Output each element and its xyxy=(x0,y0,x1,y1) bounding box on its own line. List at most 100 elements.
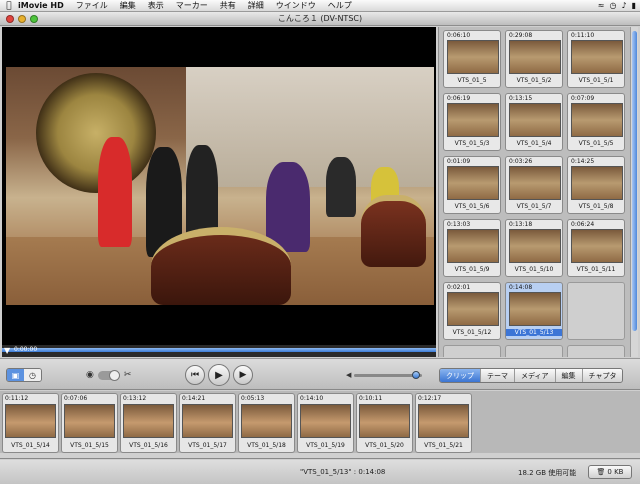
tab-media[interactable]: メディア xyxy=(515,369,556,382)
empty-clip-slot[interactable] xyxy=(505,345,563,357)
scrubber-track[interactable] xyxy=(2,348,436,352)
clip-tile[interactable]: 0:29:08 VTS_01_5/2 xyxy=(505,30,563,88)
clip-viewer-scrollbar[interactable] xyxy=(0,453,640,458)
timeline-clip[interactable]: 0:14:10 VTS_01_5/19 xyxy=(297,393,354,453)
clip-shelf-scroll-thumb[interactable] xyxy=(632,31,637,331)
menu-share[interactable]: 共有 xyxy=(220,0,236,11)
rewind-button[interactable]: ⏮ xyxy=(185,365,205,385)
clip-duration: 0:07:06 xyxy=(64,395,88,402)
scrubber-bar[interactable]: ▼ 0:00:00 xyxy=(2,345,436,357)
empty-clip-slot[interactable] xyxy=(567,345,625,357)
tab-clips[interactable]: クリップ xyxy=(440,369,481,382)
title-bar: こんころ１ (DV-NTSC) xyxy=(0,12,640,26)
wifi-icon[interactable]: ≈ xyxy=(598,1,605,10)
clip-name: VTS_01_5/4 xyxy=(516,140,552,147)
clip-name: VTS_01_5/13 xyxy=(506,329,562,336)
video-performer xyxy=(98,137,132,247)
clip-duration: 0:13:12 xyxy=(123,395,147,402)
clip-thumbnail xyxy=(571,40,623,74)
clip-tile[interactable]: 0:03:26 VTS_01_5/7 xyxy=(505,156,563,214)
tab-themes[interactable]: テーマ xyxy=(481,369,515,382)
app-menu[interactable]: iMovie HD xyxy=(18,1,64,10)
menu-edit[interactable]: 編集 xyxy=(120,0,136,11)
clip-duration: 0:14:10 xyxy=(300,395,324,402)
clip-duration: 0:10:11 xyxy=(359,395,383,402)
clip-tile[interactable]: 0:11:10 VTS_01_5/1 xyxy=(567,30,625,88)
clip-thumbnail xyxy=(447,292,499,326)
clip-tile[interactable]: 0:13:18 VTS_01_5/10 xyxy=(505,219,563,277)
timeline-clip[interactable]: 0:14:21 VTS_01_5/17 xyxy=(179,393,236,453)
clip-duration: 0:14:25 xyxy=(571,158,595,165)
clip-thumbnail xyxy=(509,40,561,74)
clip-duration: 0:29:08 xyxy=(509,32,533,39)
menubar:  iMovie HD ファイル 編集 表示 マーカー 共有 詳細 ウインドウ … xyxy=(0,0,640,12)
timeline-clip[interactable]: 0:13:12 VTS_01_5/16 xyxy=(120,393,177,453)
tab-editing[interactable]: 編集 xyxy=(555,369,583,382)
menu-window[interactable]: ウインドウ xyxy=(276,0,316,11)
clip-duration: 0:11:12 xyxy=(5,395,29,402)
clip-duration: 0:01:09 xyxy=(447,158,471,165)
timeline-clip[interactable]: 0:10:11 VTS_01_5/20 xyxy=(356,393,413,453)
clip-tile[interactable]: 0:02:01 VTS_01_5/12 xyxy=(443,282,501,340)
fullscreen-play-button[interactable]: ▶ xyxy=(233,365,253,385)
clip-name: VTS_01_5/3 xyxy=(454,140,490,147)
clip-tile[interactable]: 0:01:09 VTS_01_5/6 xyxy=(443,156,501,214)
volume-slider[interactable] xyxy=(354,370,422,379)
battery-icon[interactable]: ▮ xyxy=(632,1,636,10)
clip-view-icon[interactable]: ▣ xyxy=(7,369,24,381)
timeline-clip[interactable]: 0:12:17 VTS_01_5/21 xyxy=(415,393,472,453)
clip-thumbnail xyxy=(123,404,174,438)
play-button[interactable]: ▶ xyxy=(208,364,230,386)
menu-help[interactable]: ヘルプ xyxy=(328,0,352,11)
timeline-clip[interactable]: 0:05:13 VTS_01_5/18 xyxy=(238,393,295,453)
clip-name: VTS_01_5/20 xyxy=(365,442,404,449)
clip-tile-selected[interactable]: 0:14:08 VTS_01_5/13 xyxy=(505,282,563,340)
timeline-view-icon[interactable]: ◷ xyxy=(24,369,41,381)
status-bar: "VTS_01_5/13" : 0:14:08 18.2 GB 使用可能 🗑 0… xyxy=(0,460,640,484)
clip-tile[interactable]: 0:06:10 VTS_01_5 xyxy=(443,30,501,88)
clip-thumbnail xyxy=(182,404,233,438)
clip-name: VTS_01_5/14 xyxy=(11,442,50,449)
clip-duration: 0:11:10 xyxy=(571,32,595,39)
clip-thumbnail xyxy=(447,229,499,263)
camera-edit-mode-switch[interactable]: ◉ ✂ xyxy=(86,368,138,382)
timeline-clip[interactable]: 0:11:12 VTS_01_5/14 xyxy=(2,393,59,453)
clip-tile[interactable]: 0:13:15 VTS_01_5/4 xyxy=(505,93,563,151)
volume-knob[interactable] xyxy=(412,370,420,379)
mode-toggle[interactable] xyxy=(97,369,120,381)
clip-duration: 0:06:10 xyxy=(447,32,471,39)
clip-tile[interactable]: 0:14:25 VTS_01_5/8 xyxy=(567,156,625,214)
volume-icon[interactable]: ♪ xyxy=(621,1,626,10)
clip-tile[interactable]: 0:13:03 VTS_01_5/9 xyxy=(443,219,501,277)
menu-advanced[interactable]: 詳細 xyxy=(248,0,264,11)
clip-thumbnail xyxy=(509,292,561,326)
clip-tile[interactable]: 0:06:19 VTS_01_5/3 xyxy=(443,93,501,151)
menu-marker[interactable]: マーカー xyxy=(176,0,208,11)
pane-tabs: クリップ テーマ メディア 編集 チャプタ xyxy=(439,368,624,383)
video-spectator xyxy=(326,157,356,217)
clip-shelf-scrollbar[interactable] xyxy=(630,27,638,357)
view-toggle[interactable]: ▣ ◷ xyxy=(6,368,42,382)
window-title: こんころ１ (DV-NTSC) xyxy=(277,14,363,23)
volume-control[interactable]: ◀ xyxy=(346,370,422,379)
menu-view[interactable]: 表示 xyxy=(148,0,164,11)
menu-file[interactable]: ファイル xyxy=(76,0,108,11)
speaker-icon: ◀ xyxy=(346,371,352,379)
apple-menu-icon[interactable]:  xyxy=(2,1,16,11)
tab-chapters[interactable]: チャプタ xyxy=(582,369,623,382)
timeline-clip[interactable]: 0:07:06 VTS_01_5/15 xyxy=(61,393,118,453)
clip-tile[interactable]: 0:07:09 VTS_01_5/5 xyxy=(567,93,625,151)
empty-clip-slot[interactable] xyxy=(443,345,501,357)
clip-duration: 0:13:15 xyxy=(509,95,533,102)
clip-tile[interactable]: 0:06:24 VTS_01_5/11 xyxy=(567,219,625,277)
empty-clip-slot[interactable] xyxy=(567,282,625,340)
video-monitor[interactable] xyxy=(2,27,436,345)
trash-button[interactable]: 🗑 0 KB xyxy=(588,465,632,479)
clip-viewer: 0:11:12 VTS_01_5/14 0:07:06 VTS_01_5/15 … xyxy=(0,391,640,459)
menubar-status: ≈ ◷ ♪ ▮ xyxy=(598,1,640,10)
clip-shelf: 0:06:10 VTS_01_5 0:29:08 VTS_01_5/2 0:11… xyxy=(438,27,638,357)
playhead-icon[interactable]: ▼ xyxy=(4,345,12,357)
time-machine-icon[interactable]: ◷ xyxy=(610,1,617,10)
clip-thumbnail xyxy=(5,404,56,438)
video-performer xyxy=(266,162,310,252)
